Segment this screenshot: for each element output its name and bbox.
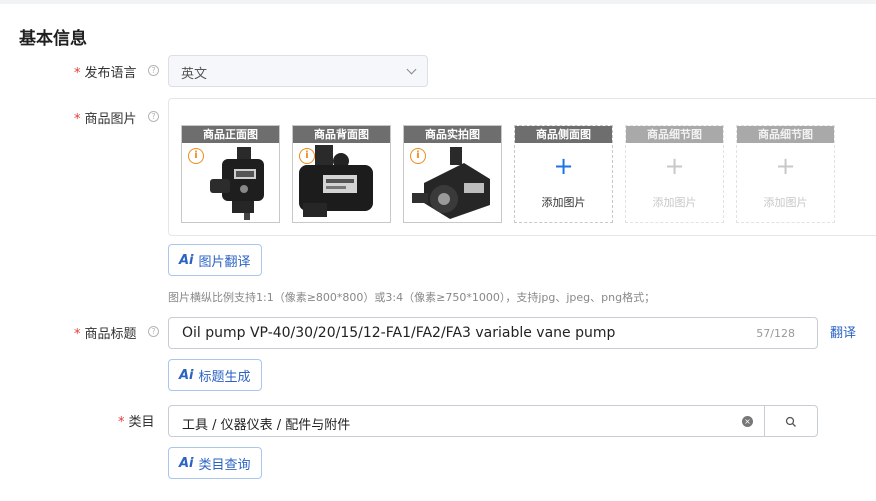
image-hint-text: 图片横纵比例支持1:1（像素≥800*800）或3:4（像素≥750*1000）… (168, 291, 656, 304)
plus-icon: + (553, 152, 574, 180)
images-label: * 商品图片 (74, 108, 137, 127)
image-slot-real[interactable]: 商品实拍图 i (403, 125, 502, 223)
question-circle-icon[interactable]: ? (148, 65, 159, 76)
image-slot-caption: 商品正面图 (182, 126, 279, 143)
required-mark: * (74, 112, 81, 127)
title-input[interactable]: Oil pump VP-40/30/20/15/12-FA1/FA2/FA3 v… (168, 317, 818, 349)
category-query-button[interactable]: Ai 类目查询 (168, 447, 262, 479)
plus-icon: + (775, 152, 796, 180)
info-circle-icon[interactable]: i (188, 148, 204, 164)
ai-icon: Ai (179, 455, 194, 471)
category-query-label: 类目查询 (198, 457, 251, 473)
translate-link[interactable]: 翻译 (830, 322, 856, 341)
title-generate-label: 标题生成 (198, 369, 251, 385)
image-translate-label: 图片翻译 (198, 254, 251, 270)
image-slot-caption: 商品细节图 (626, 126, 723, 143)
ai-icon: Ai (179, 367, 194, 383)
add-image-label: 添加图片 (541, 196, 586, 209)
category-label-text: 类目 (128, 415, 155, 430)
info-circle-icon[interactable]: i (410, 148, 426, 164)
info-circle-icon[interactable]: i (299, 148, 315, 164)
language-select-value: 英文 (181, 67, 208, 82)
top-strip (0, 0, 876, 4)
images-label-text: 商品图片 (84, 112, 137, 127)
chevron-down-icon (406, 64, 417, 75)
image-slot-detail-2[interactable]: 商品细节图 + 添加图片 (736, 125, 835, 223)
ai-icon: Ai (179, 252, 194, 268)
search-icon (785, 416, 796, 427)
image-slot-caption: 商品细节图 (737, 126, 834, 143)
image-slot-side[interactable]: 商品侧面图 + 添加图片 (514, 125, 613, 223)
category-label: * 类目 (118, 411, 155, 430)
category-input-value: 工具 / 仪器仪表 / 配件与附件 (182, 418, 351, 433)
image-translate-button[interactable]: Ai 图片翻译 (168, 244, 262, 276)
language-select[interactable]: 英文 (168, 55, 428, 87)
question-circle-icon[interactable]: ? (148, 111, 159, 122)
title-input-value: Oil pump VP-40/30/20/15/12-FA1/FA2/FA3 v… (182, 325, 616, 341)
title-label-text: 商品标题 (84, 327, 137, 342)
image-slot-caption: 商品背面图 (293, 126, 390, 143)
image-slot-detail-1[interactable]: 商品细节图 + 添加图片 (625, 125, 724, 223)
language-label: * 发布语言 (74, 62, 137, 81)
clear-icon[interactable]: × (742, 416, 753, 427)
section-title: 基本信息 (19, 29, 87, 49)
required-mark: * (118, 415, 125, 430)
add-image-label: 添加图片 (652, 196, 697, 209)
image-slot-caption: 商品实拍图 (404, 126, 501, 143)
required-mark: * (74, 327, 81, 342)
category-input[interactable]: 工具 / 仪器仪表 / 配件与附件 × (168, 405, 765, 437)
image-slot-back[interactable]: 商品背面图 i (292, 125, 391, 223)
image-slot-front[interactable]: 商品正面图 i (181, 125, 280, 223)
title-label: * 商品标题 (74, 323, 137, 342)
language-label-text: 发布语言 (84, 66, 137, 81)
title-generate-button[interactable]: Ai 标题生成 (168, 359, 262, 391)
category-search-button[interactable] (764, 405, 818, 437)
question-circle-icon[interactable]: ? (148, 326, 159, 337)
next-field-label-cut (114, 495, 154, 501)
title-char-counter: 57/128 (756, 327, 795, 340)
required-mark: * (74, 66, 81, 81)
image-slot-caption: 商品侧面图 (515, 126, 612, 143)
add-image-label: 添加图片 (763, 196, 808, 209)
plus-icon: + (664, 152, 685, 180)
